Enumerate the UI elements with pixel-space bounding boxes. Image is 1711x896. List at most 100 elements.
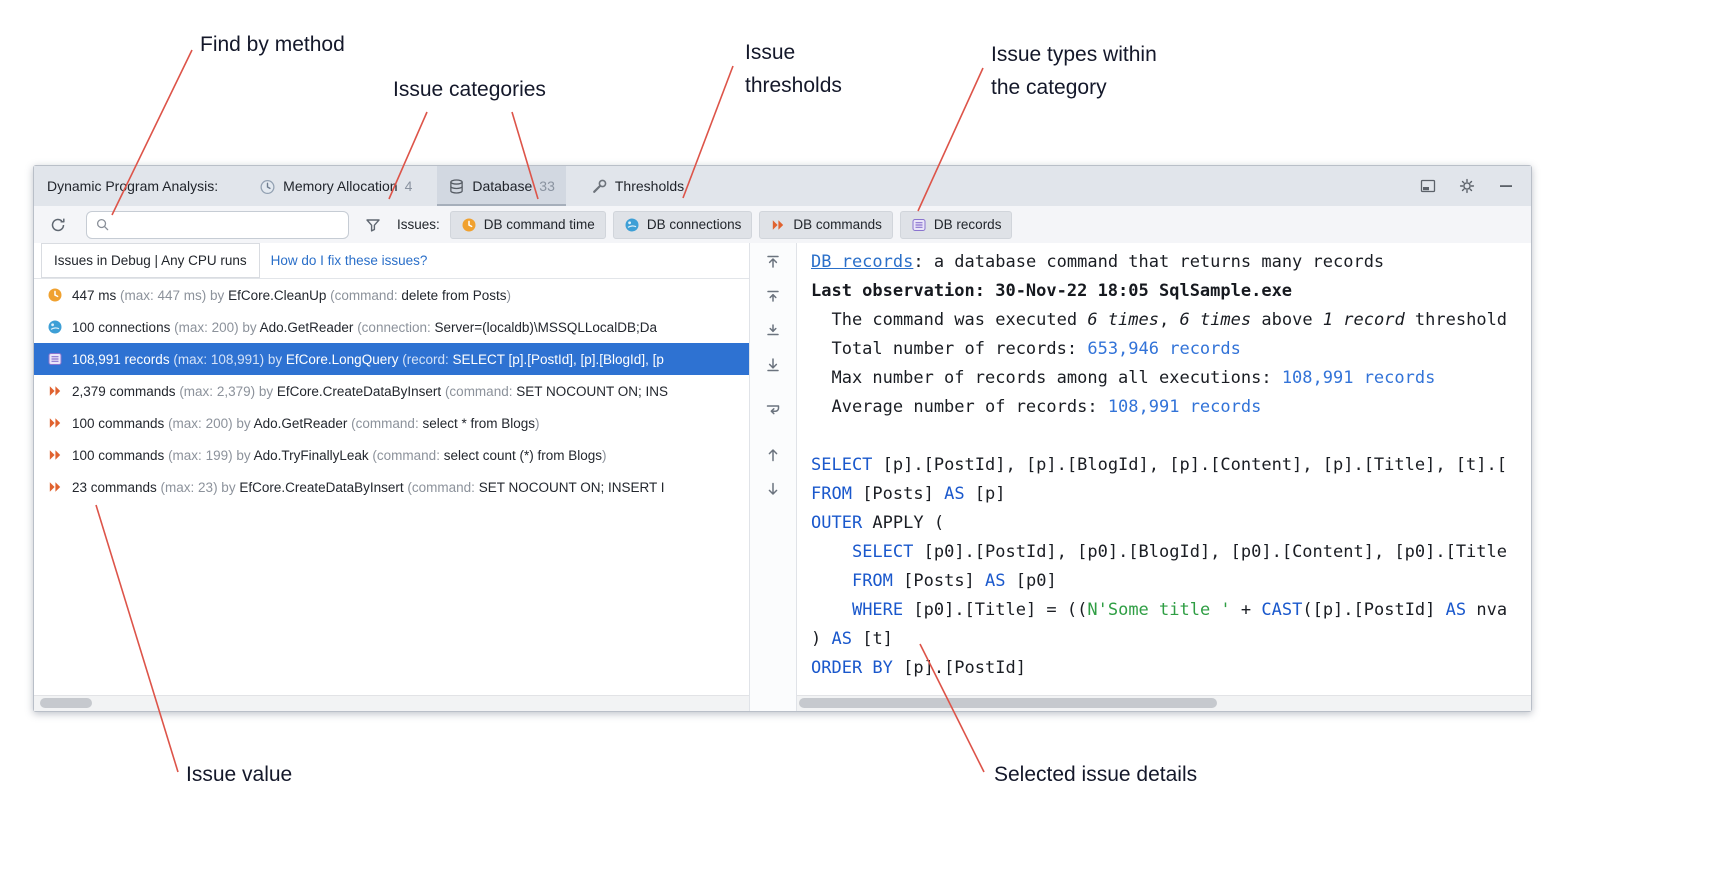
details-text-segment: CAST <box>1261 600 1302 620</box>
issue-row[interactable]: 23 commands (max: 23) by EfCore.CreateDa… <box>34 471 749 503</box>
settings-button[interactable] <box>1455 174 1479 198</box>
issue-text-segment: 100 connections <box>72 320 174 335</box>
records-icon <box>47 351 63 367</box>
tab-count: 4 <box>405 178 413 194</box>
titlebar-actions <box>1416 174 1518 198</box>
filter-button[interactable] <box>361 213 385 237</box>
commands-icon <box>770 217 786 233</box>
chip-label: DB commands <box>793 217 882 232</box>
details-line: Total number of records: 653,946 records <box>811 335 1531 364</box>
issue-row[interactable]: 100 commands (max: 200) by Ado.GetReader… <box>34 407 749 439</box>
details-text-segment <box>811 571 852 591</box>
refresh-button[interactable] <box>46 213 70 237</box>
issue-text-segment: (max: 200) by <box>168 416 254 431</box>
db-records-link[interactable]: DB records <box>811 252 913 272</box>
details-text-segment: OUTER <box>811 513 862 533</box>
chip-db-command-time[interactable]: DB command time <box>450 211 606 239</box>
issue-row[interactable]: 100 connections (max: 200) by Ado.GetRea… <box>34 311 749 343</box>
issue-text-segment: 100 commands <box>72 416 168 431</box>
details-line: FROM [Posts] AS [p] <box>811 480 1531 509</box>
issue-text-segment: (command: <box>330 288 401 303</box>
soft-wrap-button[interactable] <box>759 396 787 424</box>
jump-to-top-button[interactable] <box>759 248 787 276</box>
details-text-segment: 1 record <box>1323 310 1405 330</box>
issue-text-segment: SET NOCOUNT ON; INSERT I <box>479 480 665 495</box>
issue-row[interactable]: 2,379 commands (max: 2,379) by EfCore.Cr… <box>34 375 749 407</box>
issue-text-segment: (command: <box>372 448 443 463</box>
issue-text-segment: 23 commands <box>72 480 161 495</box>
details-horizontal-scrollbar[interactable] <box>797 695 1531 711</box>
details-text-segment: 6 times <box>1179 310 1251 330</box>
issue-text-segment: (max: 23) by <box>161 480 240 495</box>
jump-to-bottom-button[interactable] <box>759 351 787 379</box>
collapse-up-icon <box>764 287 782 305</box>
details-text-segment: 108,991 records <box>1108 397 1262 417</box>
tab-thresholds[interactable]: Thresholds <box>580 166 702 206</box>
annotation-line: thresholds <box>745 69 842 102</box>
issue-text-segment: Server=(localdb)\MSSQLLocalDB;Da <box>434 320 656 335</box>
details-toolbar <box>749 243 797 711</box>
details-text-segment: Last observation: 30-Nov-22 18:05 SqlSam… <box>811 281 1292 301</box>
search-box[interactable] <box>86 211 349 239</box>
issue-text: 100 connections (max: 200) by Ado.GetRea… <box>72 320 657 335</box>
details-text-segment: [Posts] <box>893 571 985 591</box>
clock-icon <box>461 217 477 233</box>
issue-text-segment: EfCore.CleanUp <box>228 288 330 303</box>
details-text-segment: SELECT <box>852 542 913 562</box>
search-input[interactable] <box>116 216 348 233</box>
collapse-down-icon <box>764 321 782 339</box>
chip-label: DB connections <box>647 217 742 232</box>
hide-button[interactable] <box>1494 174 1518 198</box>
details-text-segment: Max number of records among all executio… <box>811 368 1282 388</box>
collapse-down-button[interactable] <box>759 316 787 344</box>
restore-layout-button[interactable] <box>1416 174 1440 198</box>
scrollbar-thumb[interactable] <box>40 698 92 708</box>
database-icon <box>448 178 465 195</box>
issue-text-segment: EfCore.LongQuery <box>286 352 402 367</box>
scrollbar-thumb[interactable] <box>799 698 1217 708</box>
details-text-segment: ) <box>811 629 831 649</box>
details-text-segment: AS <box>985 571 1005 591</box>
details-line <box>811 422 1531 451</box>
tab-memory-allocation[interactable]: Memory Allocation 4 <box>248 166 423 206</box>
details-text-segment: Average number of records: <box>811 397 1108 417</box>
tab-label: Database <box>472 178 532 194</box>
down-arrow-button[interactable] <box>759 475 787 503</box>
tab-database[interactable]: Database 33 <box>437 166 566 206</box>
records-icon <box>911 217 927 233</box>
commands-icon <box>47 383 63 399</box>
details-text-segment: threshold <box>1405 310 1507 330</box>
chip-db-records[interactable]: DB records <box>900 211 1013 239</box>
issue-row[interactable]: 447 ms (max: 447 ms) by EfCore.CleanUp (… <box>34 279 749 311</box>
details-line: SELECT [p0].[PostId], [p0].[BlogId], [p0… <box>811 538 1531 567</box>
up-arrow-button[interactable] <box>759 441 787 469</box>
details-text-segment: SELECT <box>811 455 872 475</box>
issue-text-segment: SET NOCOUNT ON; INS <box>516 384 668 399</box>
issue-text-segment: 100 commands <box>72 448 168 463</box>
collapse-up-button[interactable] <box>759 282 787 310</box>
chip-db-commands[interactable]: DB commands <box>759 211 893 239</box>
jump-to-top-icon <box>764 253 782 271</box>
details-text-segment: AS <box>831 629 851 649</box>
search-icon <box>95 217 110 232</box>
issue-text: 447 ms (max: 447 ms) by EfCore.CleanUp (… <box>72 288 511 303</box>
issue-text-segment: (command: <box>445 384 516 399</box>
commands-icon <box>47 479 63 495</box>
details-text-segment: 653,946 records <box>1087 339 1241 359</box>
annotation-find-by-method: Find by method <box>200 28 345 61</box>
issue-row[interactable]: 108,991 records (max: 108,991) by EfCore… <box>34 343 749 375</box>
details-line: ORDER BY [p].[PostId] <box>811 654 1531 683</box>
chip-db-connections[interactable]: DB connections <box>613 211 753 239</box>
chip-label: DB records <box>934 217 1002 232</box>
tab-label: Memory Allocation <box>283 178 397 194</box>
details-line: Average number of records: 108,991 recor… <box>811 393 1531 422</box>
issues-label: Issues: <box>397 217 440 232</box>
connections-icon <box>624 217 640 233</box>
issue-row[interactable]: 100 commands (max: 199) by Ado.TryFinall… <box>34 439 749 471</box>
chip-label: DB command time <box>484 217 595 232</box>
details-line: Last observation: 30-Nov-22 18:05 SqlSam… <box>811 277 1531 306</box>
runs-filter-tab[interactable]: Issues in Debug | Any CPU runs <box>41 243 260 278</box>
issues-horizontal-scrollbar[interactable] <box>34 695 749 711</box>
help-link[interactable]: How do I fix these issues? <box>271 253 428 268</box>
up-arrow-icon <box>764 446 782 464</box>
